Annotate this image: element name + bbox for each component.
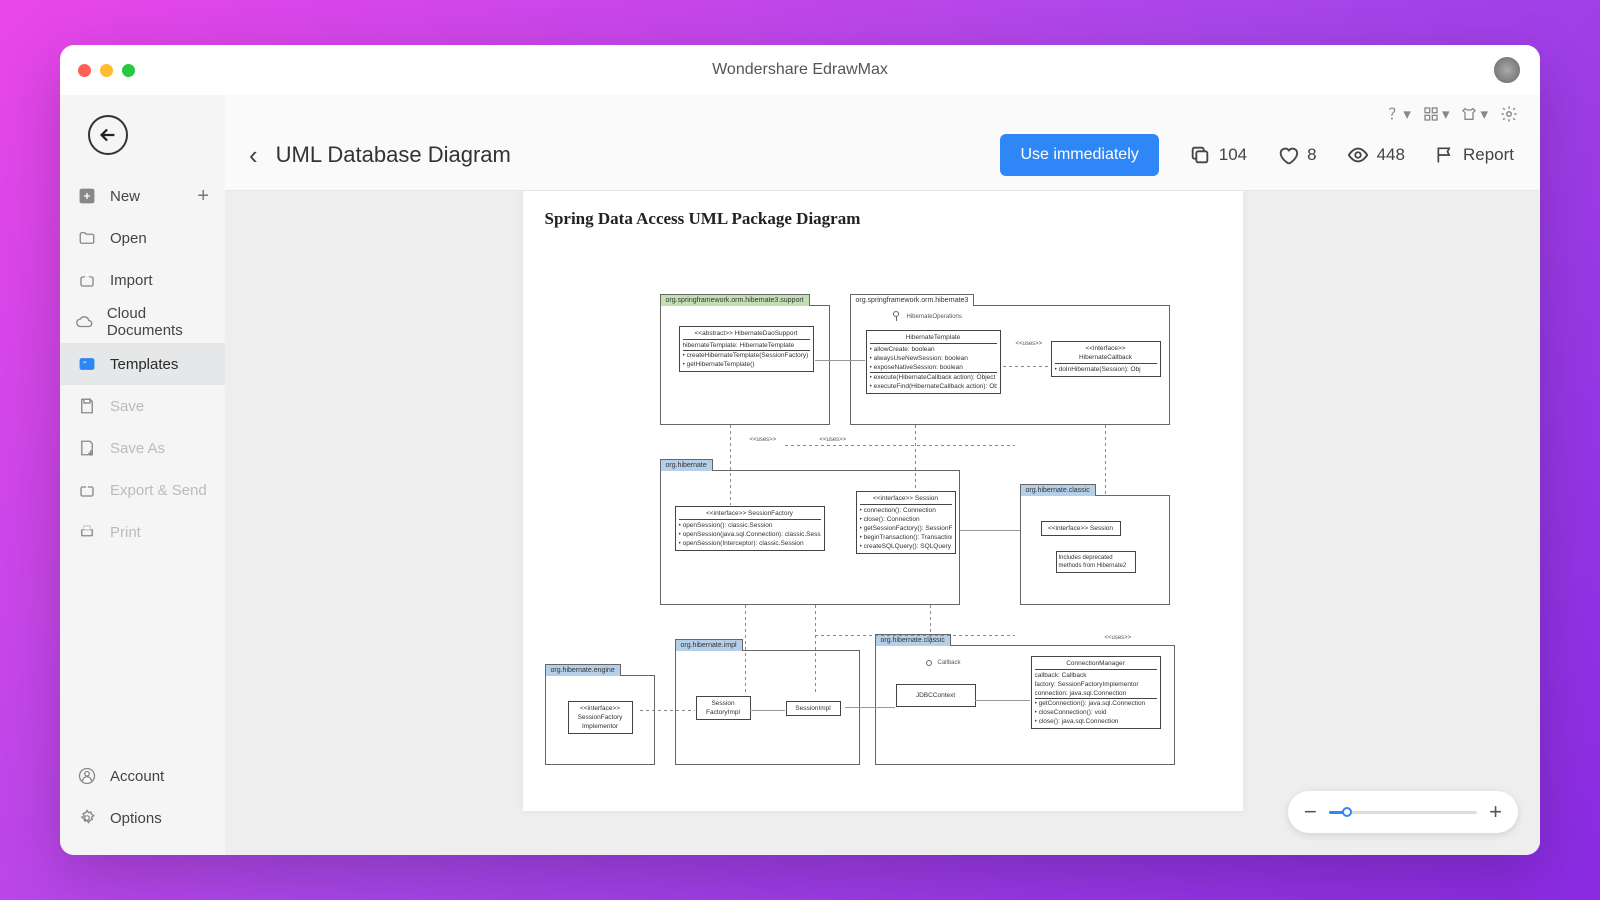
back-chevron[interactable]: ‹	[249, 140, 258, 171]
class-jdbc-context: JDBCContext	[896, 684, 976, 707]
class-connection-manager: ConnectionManager callback: Callback fac…	[1031, 656, 1161, 729]
flag-icon	[1435, 145, 1455, 165]
saveas-icon	[76, 437, 98, 459]
close-icon[interactable]	[78, 64, 91, 77]
page-title: UML Database Diagram	[276, 142, 511, 168]
zoom-in-button[interactable]: +	[1489, 799, 1502, 825]
label-callback: Callback	[938, 660, 961, 666]
copy-icon	[1189, 144, 1211, 166]
sidebar-item-label: Account	[110, 768, 164, 785]
class-sf-impl: Session FactoryImpl	[696, 696, 751, 720]
sidebar: New + Open Import Cloud Documents Templa…	[60, 95, 225, 855]
sidebar-item-open[interactable]: Open	[60, 217, 225, 259]
sidebar-item-print: Print	[60, 511, 225, 553]
cloud-icon	[76, 311, 95, 333]
class-session-impl: SessionImpl	[786, 701, 841, 716]
minimize-icon[interactable]	[100, 64, 113, 77]
zoom-out-button[interactable]: −	[1304, 799, 1317, 825]
sidebar-item-label: Templates	[110, 356, 178, 373]
sidebar-item-label: Cloud Documents	[107, 305, 209, 339]
import-icon	[76, 269, 98, 291]
export-icon	[76, 479, 98, 501]
back-button[interactable]	[88, 115, 128, 155]
maximize-icon[interactable]	[122, 64, 135, 77]
account-icon	[76, 765, 98, 787]
plus-box-icon	[76, 185, 98, 207]
class-hibernate-template: HibernateTemplate • allowCreate: boolean…	[866, 330, 1001, 394]
sidebar-item-templates[interactable]: Templates	[60, 343, 225, 385]
help-icon[interactable]: ？▾	[1388, 103, 1411, 124]
sidebar-item-label: Options	[110, 810, 162, 827]
app-window: Wondershare EdrawMax New + Open Import	[60, 45, 1540, 855]
save-icon	[76, 395, 98, 417]
package-spring-support: org.springframework.orm.hibernate3.suppo…	[660, 305, 830, 425]
canvas[interactable]: Spring Data Access UML Package Diagram o…	[225, 191, 1540, 855]
window-controls	[78, 64, 135, 77]
arrow-left-icon	[97, 124, 119, 146]
titlebar: Wondershare EdrawMax	[60, 45, 1540, 95]
zoom-slider[interactable]	[1329, 811, 1477, 814]
sidebar-item-saveas: Save As	[60, 427, 225, 469]
package-tab: org.springframework.orm.hibernate3.suppo…	[660, 294, 810, 306]
settings-icon[interactable]	[1500, 105, 1518, 123]
sidebar-item-label: Save As	[110, 440, 165, 457]
class-session-factory: <<interface>> SessionFactory • openSessi…	[675, 506, 825, 551]
sidebar-item-label: Export & Send	[110, 482, 207, 499]
heart-icon	[1277, 144, 1299, 166]
shirt-icon[interactable]: ▾	[1461, 105, 1488, 123]
sidebar-item-label: Save	[110, 398, 144, 415]
sidebar-item-cloud[interactable]: Cloud Documents	[60, 301, 225, 343]
sidebar-item-save: Save	[60, 385, 225, 427]
template-header: ‹ UML Database Diagram Use immediately 1…	[225, 124, 1540, 191]
body: New + Open Import Cloud Documents Templa…	[60, 95, 1540, 855]
sidebar-item-label: Print	[110, 524, 141, 541]
sidebar-item-label: Import	[110, 272, 153, 289]
sidebar-item-options[interactable]: Options	[60, 797, 225, 839]
sidebar-item-new[interactable]: New +	[60, 175, 225, 217]
template-icon	[76, 353, 98, 375]
copies-stat: 104	[1189, 144, 1247, 166]
sidebar-item-label: New	[110, 188, 140, 205]
package-tab: org.hibernate.classic	[1020, 484, 1096, 496]
gear-icon	[76, 807, 98, 829]
avatar[interactable]	[1492, 55, 1522, 85]
package-hibernate-classic: org.hibernate.classic <<interface>> Sess…	[1020, 495, 1170, 605]
package-tab: org.hibernate	[660, 459, 713, 471]
grid-icon[interactable]: ▾	[1423, 105, 1450, 123]
sidebar-item-import[interactable]: Import	[60, 259, 225, 301]
note-deprecated: Includes deprecated methods from Hiberna…	[1056, 551, 1136, 573]
package-engine: org.hibernate.engine <<interface>> Sessi…	[545, 675, 655, 765]
package-tab: org.springframework.orm.hibernate3	[850, 294, 975, 306]
package-tab: org.hibernate.engine	[545, 664, 621, 676]
class-session: <<interface>> Session • connection(): Co…	[856, 491, 956, 554]
sidebar-item-account[interactable]: Account	[60, 755, 225, 797]
diagram-page: Spring Data Access UML Package Diagram o…	[523, 191, 1243, 811]
class-dao-support: <<abstract>> HibernateDaoSupport hiberna…	[679, 326, 814, 372]
main: ？▾ ▾ ▾ ‹ UML Database Diagram Use immedi…	[225, 95, 1540, 855]
package-spring-hibernate: org.springframework.orm.hibernate3 Hiber…	[850, 305, 1170, 425]
print-icon	[76, 521, 98, 543]
uml-diagram: org.springframework.orm.hibernate3.suppo…	[545, 245, 1225, 805]
package-classic-bottom: org.hibernate.classic Callback JDBCConte…	[875, 645, 1175, 765]
likes-stat[interactable]: 8	[1277, 144, 1316, 166]
label-hibernate-ops: HibernateOperations	[907, 314, 962, 320]
sidebar-item-export: Export & Send	[60, 469, 225, 511]
class-hibernate-callback: <<interface>> HibernateCallback • doInHi…	[1051, 341, 1161, 377]
add-icon[interactable]: +	[197, 185, 209, 208]
views-stat: 448	[1347, 144, 1405, 166]
folder-icon	[76, 227, 98, 249]
package-impl: org.hibernate.impl Session FactoryImpl S…	[675, 650, 860, 765]
report-button[interactable]: Report	[1435, 145, 1514, 165]
class-classic-session: <<interface>> Session	[1041, 521, 1121, 536]
package-hibernate: org.hibernate <<interface>> SessionFacto…	[660, 470, 960, 605]
eye-icon	[1347, 144, 1369, 166]
package-tab: org.hibernate.impl	[675, 639, 743, 651]
class-sf-implementor: <<interface>> SessionFactory Implementor	[568, 701, 633, 734]
use-immediately-button[interactable]: Use immediately	[1000, 134, 1158, 176]
app-title: Wondershare EdrawMax	[712, 61, 888, 79]
diagram-title: Spring Data Access UML Package Diagram	[545, 209, 1221, 229]
quickbar: ？▾ ▾ ▾	[225, 95, 1540, 124]
zoom-control[interactable]: − +	[1288, 791, 1518, 833]
sidebar-item-label: Open	[110, 230, 147, 247]
